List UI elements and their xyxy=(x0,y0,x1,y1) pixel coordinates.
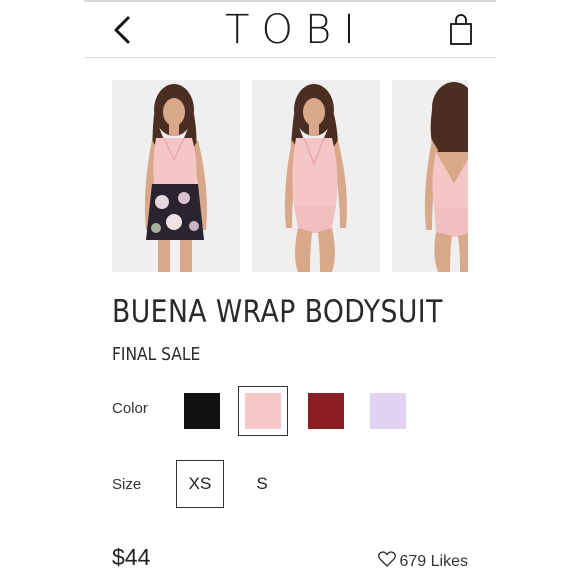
color-label: Color xyxy=(112,400,148,417)
size-option-xs[interactable]: XS xyxy=(176,460,224,508)
color-swatch-blush[interactable] xyxy=(245,393,281,429)
product-page: TOBI BUENA WRAP BODYSUIT FINAL SALE Colo… xyxy=(84,0,496,580)
color-swatch-burgundy[interactable] xyxy=(308,393,344,429)
heart-icon xyxy=(377,551,396,572)
likes-count: 679 Likes xyxy=(399,552,469,570)
product-image-gallery[interactable] xyxy=(112,80,468,272)
brand-logo[interactable]: TOBI xyxy=(84,6,496,54)
color-swatch-black[interactable] xyxy=(184,393,220,429)
shopping-bag-icon[interactable] xyxy=(448,14,474,46)
size-option-s[interactable]: S xyxy=(238,460,286,508)
product-title: BUENA WRAP BODYSUIT xyxy=(112,294,443,330)
product-image-1[interactable] xyxy=(112,80,240,272)
product-image-3[interactable] xyxy=(392,80,468,272)
price: $44 xyxy=(112,544,151,570)
likes-button[interactable]: 679 Likes xyxy=(377,551,469,572)
header: TOBI xyxy=(84,2,496,58)
product-image-2[interactable] xyxy=(252,80,380,272)
color-swatch-lavender[interactable] xyxy=(370,393,406,429)
final-sale-badge: FINAL SALE xyxy=(112,344,201,365)
size-label: Size xyxy=(112,476,142,493)
